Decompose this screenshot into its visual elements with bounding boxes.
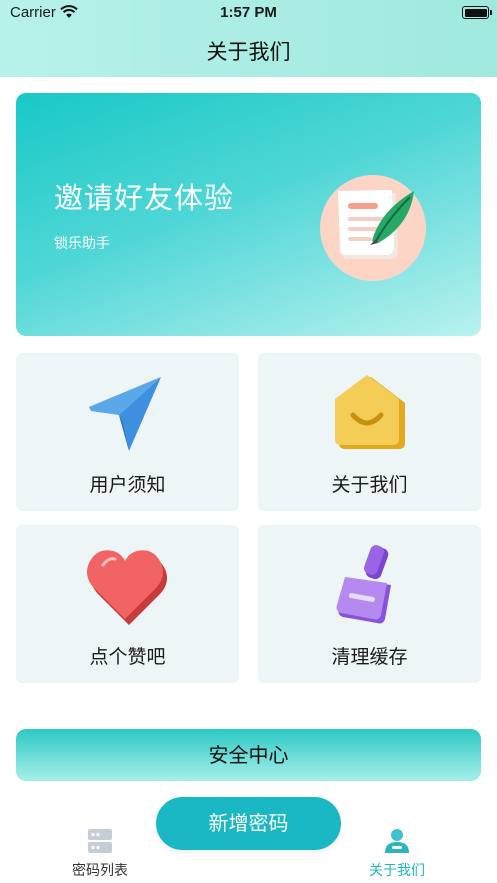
heart-icon	[86, 550, 167, 625]
tab-password-list[interactable]: 密码列表	[40, 828, 160, 880]
tile-about-us[interactable]: 关于我们	[258, 353, 481, 511]
broom-brush-icon	[336, 545, 391, 624]
tile-label: 清理缓存	[331, 646, 408, 668]
page-title: 关于我们	[206, 40, 291, 64]
security-center-button[interactable]: 安全中心	[16, 729, 481, 781]
tile-label: 关于我们	[331, 474, 408, 496]
tile-clear-cache[interactable]: 清理缓存	[258, 525, 481, 683]
banner-title: 邀请好友体验	[54, 181, 235, 215]
server-list-icon	[88, 829, 112, 853]
paper-plane-icon	[88, 377, 161, 451]
tab-about-us[interactable]: 关于我们	[337, 828, 457, 880]
header: Carrier 1:57 PM 关于我们	[0, 0, 497, 77]
battery-icon	[462, 6, 492, 19]
tile-label: 用户须知	[89, 474, 166, 496]
tab-label: 密码列表	[72, 863, 128, 879]
tab-label: 关于我们	[369, 863, 425, 879]
banner-subtitle: 锁乐助手	[54, 236, 110, 252]
clock: 1:57 PM	[220, 4, 277, 21]
add-password-button[interactable]: 新增密码	[156, 797, 341, 850]
invite-banner[interactable]: 邀请好友体验 锁乐助手	[16, 93, 481, 336]
tile-label: 点个赞吧	[89, 646, 166, 668]
tile-user-notice[interactable]: 用户须知	[16, 353, 239, 511]
user-profile-icon	[385, 829, 409, 853]
smile-house-icon	[334, 375, 405, 449]
status-bar: Carrier 1:57 PM	[0, 0, 497, 26]
tile-like-us[interactable]: 点个赞吧	[16, 525, 239, 683]
notepad-quill-icon	[320, 175, 426, 281]
